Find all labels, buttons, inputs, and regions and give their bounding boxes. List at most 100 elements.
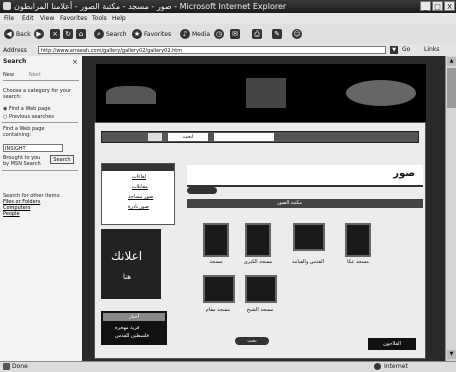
option-previous-label: Previous searches <box>8 114 54 120</box>
history-button[interactable]: ◷ <box>214 28 224 40</box>
search-icon: ⌕ <box>94 29 104 39</box>
find-label: Find a Web page containing: <box>3 126 45 138</box>
header-photo <box>246 78 286 108</box>
scroll-up-icon[interactable]: ▲ <box>447 57 456 66</box>
mosque-silhouette-image <box>106 86 156 104</box>
edit-icon: ✎ <box>272 29 282 39</box>
news-item-2[interactable]: فلسطين للقدس <box>115 333 149 339</box>
forward-button[interactable]: ▶ <box>34 28 44 40</box>
favorites-star-icon: ★ <box>132 29 142 39</box>
back-button[interactable]: ◀ Back <box>4 28 31 40</box>
site-main-panel: ابحث صور مكتبة الصور لقاءات مقابلات صور … <box>94 122 426 359</box>
new-search-button[interactable]: New <box>3 72 14 78</box>
internet-zone-icon <box>374 363 381 370</box>
menu-edit[interactable]: Edit <box>22 15 34 22</box>
favorites-button[interactable]: ★ Favorites <box>132 28 171 40</box>
media-icon: ♪ <box>180 29 190 39</box>
search-label: Search <box>106 30 127 38</box>
security-zone: Internet <box>384 363 408 370</box>
site-logo <box>346 80 416 106</box>
sidebar-link-2[interactable]: مقابلات <box>132 184 148 190</box>
stop-icon: × <box>50 29 60 39</box>
print-icon: ⎙ <box>252 29 262 39</box>
category-header: مكتبة الصور <box>277 200 302 206</box>
mail-button[interactable]: ✉ <box>230 28 240 40</box>
edit-button[interactable]: ✎ <box>272 28 282 40</box>
print-button[interactable]: ⎙ <box>252 28 262 40</box>
scroll-down-icon[interactable]: ▼ <box>447 350 456 359</box>
search-button[interactable]: ⌕ Search <box>94 28 127 40</box>
site-search-bar: ابحث <box>101 131 419 143</box>
address-input[interactable]: http://www.arraeah.com/gallery/gallery02… <box>38 46 386 54</box>
address-dropdown-icon[interactable]: ▼ <box>390 46 398 54</box>
photo-thumb-6[interactable] <box>245 275 277 303</box>
go-button[interactable]: Go <box>402 46 410 53</box>
search-pane-title: Search <box>3 58 27 65</box>
bottom-link-2[interactable]: الفلاحون <box>368 338 416 350</box>
maximize-button[interactable]: □ <box>432 1 443 11</box>
address-label: Address <box>3 47 27 54</box>
photo-thumb-1[interactable] <box>203 223 229 257</box>
site-search-button[interactable]: ابحث <box>168 133 208 141</box>
photos-header: صور <box>187 165 423 187</box>
minimize-button[interactable]: _ <box>420 1 431 11</box>
menu-tools[interactable]: Tools <box>92 15 107 22</box>
page-done-icon <box>3 363 10 370</box>
search-query-input[interactable]: INSIGHT <box>3 144 63 152</box>
ad-box[interactable]: اعلانك هنا <box>101 229 161 299</box>
photo-thumb-3[interactable] <box>293 223 325 251</box>
choose-category-text: Choose a category for your search: <box>3 88 72 100</box>
site-header-banner <box>96 64 426 124</box>
messenger-icon: ☺ <box>292 29 302 39</box>
photo-thumb-5[interactable] <box>203 275 235 303</box>
category-bar: مكتبة الصور <box>187 199 423 208</box>
menu-help[interactable]: Help <box>112 15 126 22</box>
option-web-label: Find a Web page <box>8 106 51 112</box>
next-search-button[interactable]: Next <box>29 72 41 78</box>
menu-favorites[interactable]: Favorites <box>60 15 87 22</box>
photo-thumb-4[interactable] <box>345 223 371 257</box>
news-item-1[interactable]: قرية مهجرة <box>115 325 139 331</box>
back-pill-button[interactable] <box>187 187 217 194</box>
sidebar-link-1[interactable]: لقاءات <box>132 174 146 180</box>
option-web-page[interactable]: ◉ Find a Web page <box>3 106 50 112</box>
link-people[interactable]: People <box>3 211 20 217</box>
back-label: Back <box>16 30 31 38</box>
menu-file[interactable]: File <box>4 15 14 22</box>
search-pane: Search × New Next Choose a category for … <box>0 56 83 361</box>
site-sidebar: لقاءات مقابلات صور مساجد صور نادرة <box>101 163 175 225</box>
close-button[interactable]: X <box>444 1 455 11</box>
option-previous[interactable]: ○ Previous searches <box>3 114 54 120</box>
photo-thumb-2[interactable] <box>245 223 271 257</box>
status-text: Done <box>12 363 28 370</box>
site-search-go-button[interactable] <box>148 133 162 141</box>
site-search-input[interactable] <box>214 133 274 141</box>
bottom-link-1[interactable]: بحث <box>235 337 269 345</box>
media-button[interactable]: ♪ Media <box>180 28 210 40</box>
photo-caption-5: مسجد مقام <box>205 307 231 313</box>
brought-by-text: Brought to you by MSN Search <box>3 155 41 167</box>
vertical-scrollbar[interactable]: ▲ ▼ <box>445 56 456 361</box>
web-content: ابحث صور مكتبة الصور لقاءات مقابلات صور … <box>82 56 445 361</box>
search-submit-button[interactable]: Search <box>50 155 74 164</box>
news-box: أخبار قرية مهجرة فلسطين للقدس <box>101 311 167 345</box>
home-button[interactable]: ⌂ <box>76 28 86 40</box>
ad-title: اعلانك <box>111 249 143 263</box>
scroll-thumb[interactable] <box>447 68 456 108</box>
media-label: Media <box>192 30 211 38</box>
photo-caption-4: مسجد عكا <box>347 259 369 265</box>
links-button[interactable]: Links <box>424 46 439 53</box>
close-pane-icon[interactable]: × <box>72 58 78 66</box>
stop-button[interactable]: × <box>50 28 60 40</box>
menu-view[interactable]: View <box>40 15 54 22</box>
ad-subtitle: هنا <box>123 273 131 281</box>
photos-title: صور <box>393 168 415 179</box>
sidebar-link-3[interactable]: صور مساجد <box>128 194 153 200</box>
news-title: أخبار <box>103 313 165 321</box>
mail-icon: ✉ <box>230 29 240 39</box>
refresh-button[interactable]: ↻ <box>63 28 73 40</box>
status-bar: Done Internet <box>0 361 456 372</box>
history-icon: ◷ <box>214 29 224 39</box>
messenger-button[interactable]: ☺ <box>292 28 302 40</box>
sidebar-link-4[interactable]: صور نادرة <box>128 204 149 210</box>
